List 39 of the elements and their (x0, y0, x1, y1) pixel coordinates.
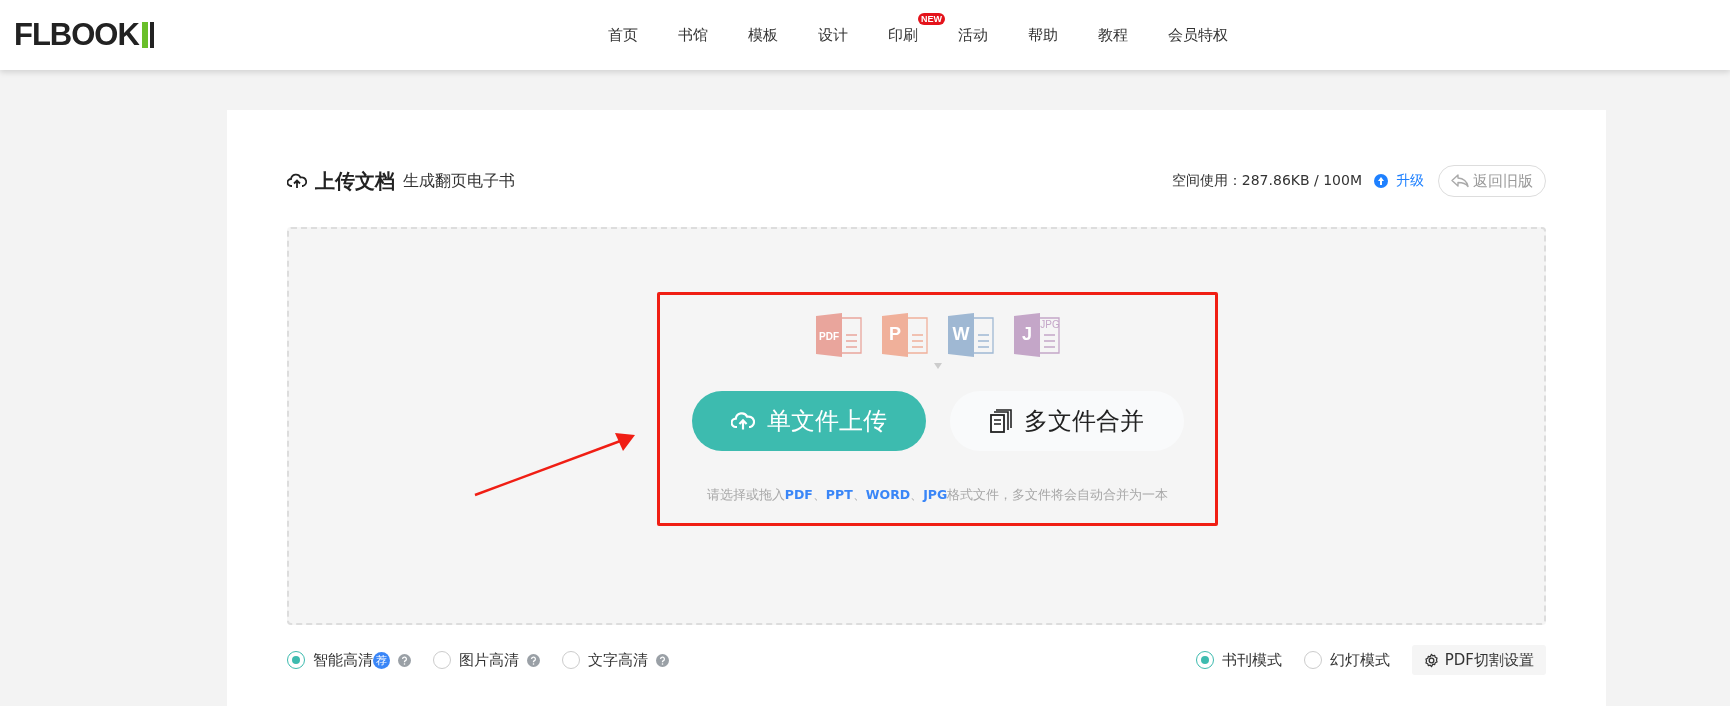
logo-bracket-icon (140, 20, 155, 50)
nav-link[interactable]: 设计 (818, 26, 848, 44)
help-icon[interactable] (398, 653, 411, 667)
settings-icon (1423, 652, 1439, 668)
option-label: 智能高清 (313, 650, 373, 670)
quality-radio[interactable]: 智能高清 荐 (287, 650, 411, 670)
page-subtitle: 生成翻页电子书 (403, 170, 515, 192)
help-icon[interactable] (656, 653, 669, 667)
pdf-split-settings-button[interactable]: PDF切割设置 (1411, 645, 1546, 675)
option-label: 图片高清 (459, 650, 519, 670)
quality-radio[interactable]: 文字高清 (562, 650, 669, 670)
nav-link[interactable]: 模板 (748, 26, 778, 44)
upgrade-icon (1374, 174, 1388, 188)
recommend-badge: 荐 (373, 651, 390, 669)
option-label: 文字高清 (588, 650, 648, 670)
nav-link[interactable]: 教程 (1098, 26, 1128, 44)
quality-radio[interactable]: 图片高清 (433, 650, 540, 670)
nav-link[interactable]: 首页 (608, 26, 638, 44)
cloud-upload-icon (287, 173, 307, 189)
merge-files-button[interactable]: 多文件合并 (949, 391, 1184, 451)
nav-link[interactable]: 活动 (958, 26, 988, 44)
nav-link[interactable]: 印刷 (888, 26, 918, 44)
option-label: 幻灯模式 (1329, 650, 1390, 670)
reply-icon (1451, 174, 1469, 188)
mode-radio[interactable]: 幻灯模式 (1303, 650, 1390, 670)
caret-icon (933, 363, 942, 369)
page-title: 上传文档 (315, 167, 395, 195)
option-label: 书刊模式 (1221, 650, 1282, 670)
cloud-upload-icon (730, 411, 755, 431)
logo-text[interactable]: FLBOOK (14, 17, 139, 53)
mode-radio[interactable]: 书刊模式 (1195, 650, 1282, 670)
nav-link[interactable]: 会员特权 (1168, 26, 1228, 44)
help-icon[interactable] (527, 653, 540, 667)
nav-link[interactable]: 书馆 (678, 26, 708, 44)
new-badge: NEW (918, 13, 945, 25)
documents-icon (989, 409, 1012, 433)
nav-link[interactable]: 帮助 (1028, 26, 1058, 44)
upgrade-link[interactable]: 升级 (1396, 172, 1424, 190)
storage-usage: 空间使用：287.86KB / 100M (1171, 172, 1362, 190)
